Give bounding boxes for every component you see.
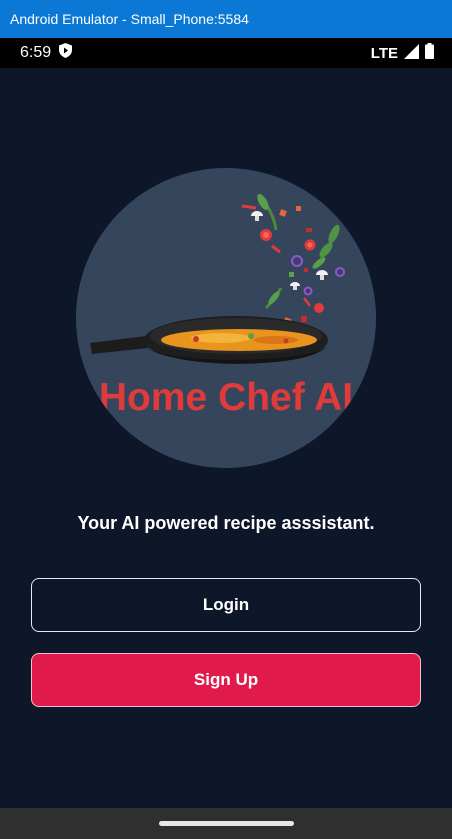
login-button[interactable]: Login — [31, 578, 421, 632]
status-bar: 6:59 LTE — [0, 38, 452, 68]
navigation-bar — [0, 808, 452, 839]
signal-icon — [404, 43, 419, 63]
frying-pan-icon — [90, 193, 345, 364]
battery-icon — [425, 43, 434, 63]
network-label: LTE — [370, 44, 398, 62]
tagline: Your AI powered recipe asssistant. — [77, 513, 375, 533]
brand-name: Home Chef AI — [98, 376, 354, 419]
emulator-title-bar: Android Emulator - Small_Phone:5584 — [0, 0, 452, 38]
shield-icon — [59, 43, 73, 63]
app-screen: Home Chef AI Your AI powered recipe asss… — [0, 68, 452, 808]
window-title: Android Emulator - Small_Phone:5584 — [10, 11, 249, 27]
status-time: 6:59 — [20, 44, 52, 61]
home-gesture-handle[interactable] — [158, 821, 294, 826]
logo-circle: Home Chef AI — [76, 168, 376, 468]
signup-button[interactable]: Sign Up — [31, 653, 421, 707]
